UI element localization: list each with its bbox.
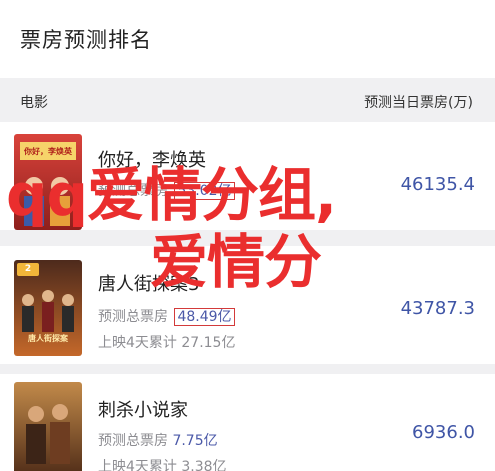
cumulative-row: 上映4天累计 27.15亿: [98, 332, 235, 352]
column-header: 电影 预测当日票房(万): [0, 78, 495, 122]
movie-poster: 2 唐人街探案: [14, 260, 82, 356]
rank-badge: 2: [17, 263, 39, 276]
movie-poster: [14, 382, 82, 471]
overlay-text-line1: qq爱情分组,: [6, 161, 337, 229]
overlay-text-line2: 爱情分: [150, 228, 322, 296]
daily-forecast: 43787.3: [400, 298, 475, 319]
column-movie-label: 电影: [20, 95, 48, 111]
movie-title: 刺杀小说家: [98, 400, 188, 421]
predicted-value: 7.75亿: [172, 433, 218, 449]
column-daily-label: 预测当日票房(万): [364, 95, 473, 111]
predicted-label: 预测总票房: [98, 433, 168, 449]
cumulative-row: 上映4天累计 3.38亿: [98, 456, 227, 471]
poster-image: [14, 382, 82, 471]
app-header: 票房预测排名: [0, 0, 495, 78]
cumulative-label: 上映4天累计: [98, 335, 177, 351]
daily-forecast: 6936.0: [412, 422, 475, 443]
predicted-value: 48.49亿: [174, 308, 235, 326]
predicted-total-row: 预测总票房 48.49亿: [98, 306, 235, 326]
page-title: 票房预测排名: [20, 28, 152, 52]
predicted-total-row: 预测总票房 7.75亿: [98, 430, 218, 450]
cumulative-value: 3.38亿: [181, 459, 227, 471]
daily-forecast: 46135.4: [400, 174, 475, 195]
cumulative-label: 上映4天累计: [98, 459, 177, 471]
cumulative-value: 27.15亿: [181, 335, 236, 351]
poster-title: 你好，李焕英: [24, 147, 72, 156]
poster-title: 唐人街探案: [28, 334, 68, 343]
movie-card-3[interactable]: 刺杀小说家 预测总票房 7.75亿 上映4天累计 3.38亿 6936.0: [0, 374, 495, 471]
predicted-label: 预测总票房: [98, 309, 168, 325]
